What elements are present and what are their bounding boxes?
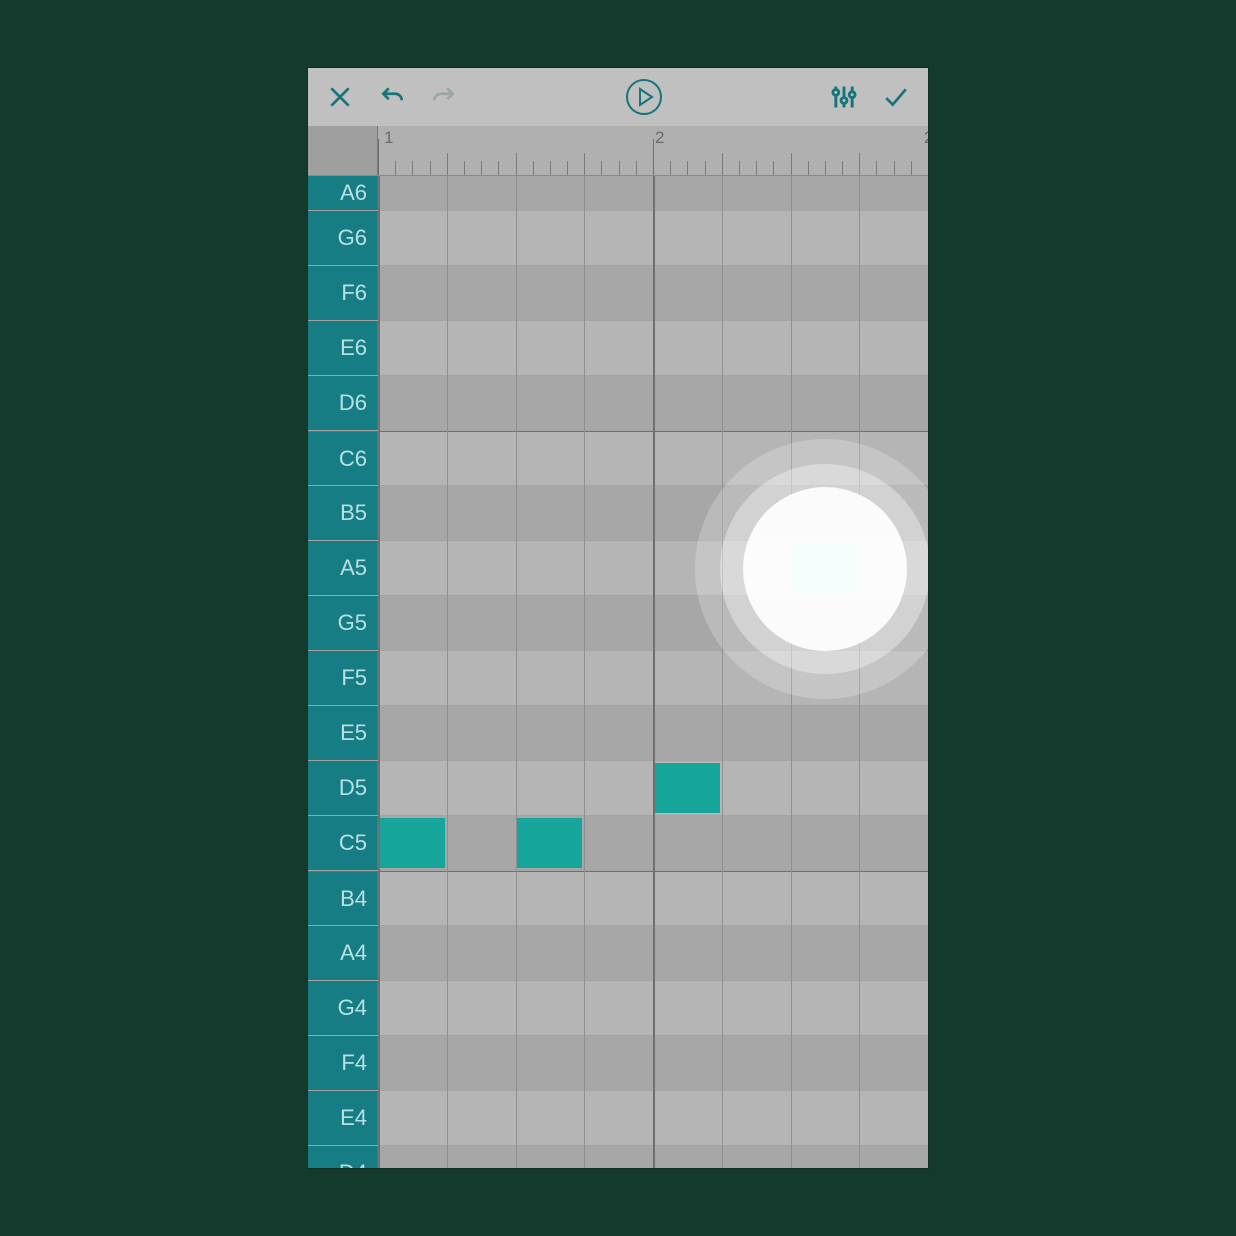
pitch-row[interactable]: E6 [308, 321, 928, 376]
pitch-row[interactable]: G4 [308, 981, 928, 1036]
row-cells[interactable] [378, 872, 928, 925]
row-cells[interactable] [378, 486, 928, 540]
mixer-icon [830, 83, 858, 111]
piano-key-label[interactable]: A4 [308, 926, 378, 980]
redo-button[interactable] [420, 73, 468, 121]
note[interactable] [516, 818, 583, 868]
piano-key-label[interactable]: B5 [308, 486, 378, 540]
row-cells[interactable] [378, 981, 928, 1035]
row-cells[interactable] [378, 1036, 928, 1090]
row-cells[interactable] [378, 176, 928, 210]
timeline-ruler[interactable]: 122 [308, 126, 928, 176]
piano-key-label[interactable]: E4 [308, 1091, 378, 1145]
undo-icon [377, 84, 407, 110]
piano-key-label[interactable]: F5 [308, 651, 378, 705]
play-icon [624, 77, 664, 117]
undo-button[interactable] [368, 73, 416, 121]
piano-roll-editor: 122 A6G6F6E6D6C6B5A5G5F5E5D5C5B4A4G4F4E4… [308, 68, 928, 1168]
ruler-corner [308, 126, 378, 175]
play-button[interactable] [616, 73, 672, 121]
piano-key-label[interactable]: B4 [308, 872, 378, 925]
row-cells[interactable] [378, 596, 928, 650]
piano-key-label[interactable]: G4 [308, 981, 378, 1035]
note[interactable] [653, 763, 720, 813]
bar-label: 1 [384, 128, 393, 148]
row-cells[interactable] [378, 376, 928, 430]
row-cells[interactable] [378, 1146, 928, 1168]
pitch-row[interactable]: A6 [308, 176, 928, 211]
piano-key-label[interactable]: C5 [308, 816, 378, 870]
note-grid[interactable]: A6G6F6E6D6C6B5A5G5F5E5D5C5B4A4G4F4E4D4 [308, 176, 928, 1168]
pitch-row[interactable]: G5 [308, 596, 928, 651]
note[interactable] [378, 818, 445, 868]
row-cells[interactable] [378, 432, 928, 485]
pitch-row[interactable]: B4 [308, 871, 928, 926]
piano-key-label[interactable]: D4 [308, 1146, 378, 1168]
pitch-row[interactable]: D6 [308, 376, 928, 431]
bar-label: 2 [655, 128, 664, 148]
pitch-row[interactable]: E5 [308, 706, 928, 761]
pitch-row[interactable]: A4 [308, 926, 928, 981]
close-button[interactable] [316, 73, 364, 121]
row-cells[interactable] [378, 321, 928, 375]
toolbar [308, 68, 928, 126]
row-cells[interactable] [378, 211, 928, 265]
piano-key-label[interactable]: E5 [308, 706, 378, 760]
row-cells[interactable] [378, 266, 928, 320]
check-icon [881, 84, 911, 110]
row-cells[interactable] [378, 651, 928, 705]
row-cells[interactable] [378, 541, 928, 595]
redo-icon [429, 84, 459, 110]
piano-key-label[interactable]: A6 [308, 176, 378, 210]
piano-key-label[interactable]: A5 [308, 541, 378, 595]
piano-key-label[interactable]: E6 [308, 321, 378, 375]
pitch-row[interactable]: C5 [308, 816, 928, 871]
pitch-row[interactable]: B5 [308, 486, 928, 541]
pitch-row[interactable]: F4 [308, 1036, 928, 1091]
row-cells[interactable] [378, 926, 928, 980]
piano-key-label[interactable]: G5 [308, 596, 378, 650]
pitch-row[interactable]: F6 [308, 266, 928, 321]
pitch-row[interactable]: D4 [308, 1146, 928, 1168]
pitch-row[interactable]: D5 [308, 761, 928, 816]
piano-key-label[interactable]: D5 [308, 761, 378, 815]
note[interactable] [791, 543, 858, 593]
pitch-row[interactable]: A5 [308, 541, 928, 596]
confirm-button[interactable] [872, 73, 920, 121]
pitch-row[interactable]: G6 [308, 211, 928, 266]
row-cells[interactable] [378, 1091, 928, 1145]
row-cells[interactable] [378, 816, 928, 870]
piano-key-label[interactable]: F6 [308, 266, 378, 320]
row-cells[interactable] [378, 761, 928, 815]
piano-key-label[interactable]: D6 [308, 376, 378, 430]
close-icon [327, 84, 353, 110]
mixer-button[interactable] [820, 73, 868, 121]
piano-key-label[interactable]: F4 [308, 1036, 378, 1090]
row-cells[interactable] [378, 706, 928, 760]
piano-key-label[interactable]: G6 [308, 211, 378, 265]
pitch-row[interactable]: C6 [308, 431, 928, 486]
pitch-row[interactable]: E4 [308, 1091, 928, 1146]
piano-key-label[interactable]: C6 [308, 432, 378, 485]
pitch-row[interactable]: F5 [308, 651, 928, 706]
